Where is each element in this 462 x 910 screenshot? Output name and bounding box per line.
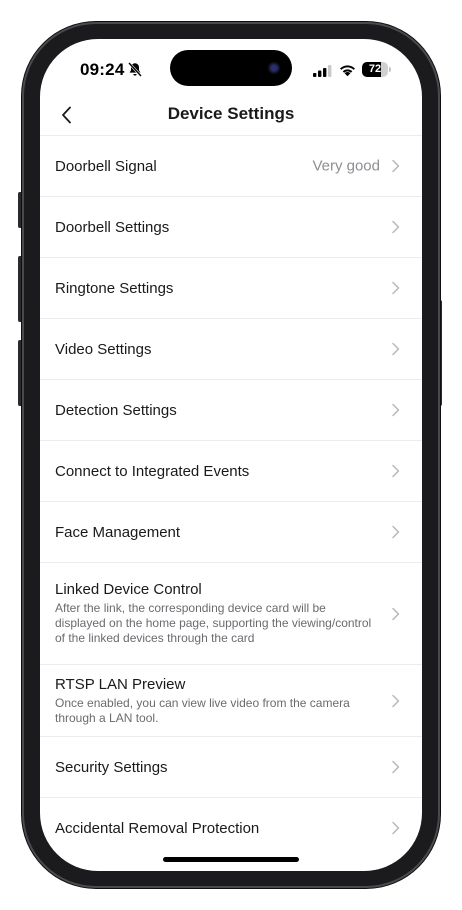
chevron-right-icon [392,760,400,774]
setting-label: Detection Settings [55,401,177,419]
setting-row-doorbell-settings[interactable]: Doorbell Settings [40,196,422,257]
setting-label: Security Settings [55,758,168,776]
chevron-right-icon [392,220,400,234]
chevron-right-icon [392,464,400,478]
chevron-right-icon [392,525,400,539]
setting-row-detection-settings[interactable]: Detection Settings [40,379,422,440]
battery-indicator: 72 [362,62,388,77]
setting-row-linked-device-control[interactable]: Linked Device Control After the link, th… [40,562,422,664]
settings-list: Doorbell Signal Very good Doorbell Setti… [40,135,422,858]
setting-row-doorbell-signal[interactable]: Doorbell Signal Very good [40,135,422,196]
setting-description: After the link, the corresponding device… [55,601,372,645]
signal-value: Very good [312,157,380,175]
setting-row-face-management[interactable]: Face Management [40,501,422,562]
setting-row-accidental-removal-protection[interactable]: Accidental Removal Protection [40,797,422,858]
setting-label: RTSP LAN Preview [55,675,186,693]
chevron-right-icon [392,403,400,417]
dynamic-island [170,50,292,86]
wifi-icon [340,65,355,77]
setting-row-rtsp-lan-preview[interactable]: RTSP LAN Preview Once enabled, you can v… [40,664,422,736]
setting-row-video-settings[interactable]: Video Settings [40,318,422,379]
bell-off-icon [128,62,142,77]
home-indicator[interactable] [163,857,299,862]
page-title: Device Settings [167,104,295,123]
nav-bar: Device Settings [40,95,422,135]
setting-label: Connect to Integrated Events [55,462,250,480]
setting-row-ringtone-settings[interactable]: Ringtone Settings [40,257,422,318]
setting-label: Doorbell Settings [55,218,170,236]
chevron-right-icon [392,694,400,707]
setting-label: Video Settings [55,340,152,358]
setting-label: Linked Device Control [55,581,202,598]
chevron-right-icon [392,342,400,356]
setting-row-security-settings[interactable]: Security Settings [40,736,422,797]
status-time: 09:24 [80,60,125,79]
setting-row-connect-integrated-events[interactable]: Connect to Integrated Events [40,440,422,501]
battery-level: 72 [368,63,382,75]
setting-label: Ringtone Settings [55,279,174,297]
battery-cap [389,67,391,72]
cellular-signal-icon [313,65,332,77]
chevron-right-icon [392,607,400,620]
chevron-right-icon [392,821,400,835]
camera-icon [268,62,280,74]
screen: 09:24 72 Device Settings Doorbell Signal… [40,39,422,871]
chevron-right-icon [392,159,400,173]
setting-description: Once enabled, you can view live video fr… [55,695,350,725]
setting-label: Accidental Removal Protection [55,819,260,837]
setting-label: Face Management [55,523,181,541]
chevron-right-icon [392,281,400,295]
